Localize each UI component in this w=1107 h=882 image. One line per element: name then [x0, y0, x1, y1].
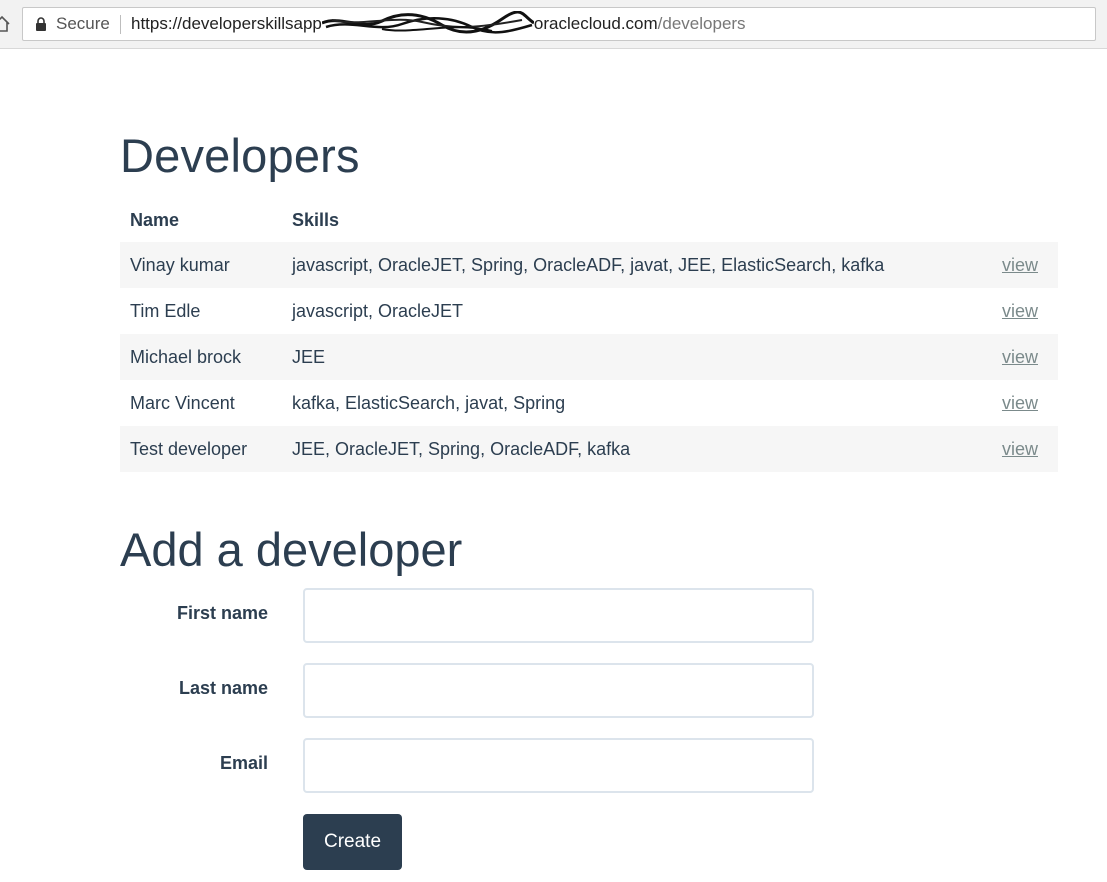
- page-title: Developers: [120, 129, 360, 182]
- table-header-row: Name Skills: [120, 198, 1058, 242]
- address-divider: [120, 15, 121, 34]
- main-content: Developers Name Skills Vinay kumar javas…: [120, 120, 1060, 870]
- table-row: Marc Vincent kafka, ElasticSearch, javat…: [120, 380, 1058, 426]
- view-link[interactable]: view: [1002, 347, 1038, 367]
- last-name-field[interactable]: [303, 663, 814, 718]
- first-name-label: First name: [176, 603, 268, 623]
- email-field[interactable]: [303, 738, 814, 793]
- url-host-end: oraclecloud.com: [533, 14, 658, 33]
- url-path: /developers: [657, 14, 746, 33]
- column-header-actions: [968, 198, 1058, 242]
- developer-skills-cell: JEE, OracleJET, Spring, OracleADF, kafka: [282, 426, 968, 472]
- email-row: Email: [120, 738, 820, 794]
- create-button[interactable]: Create: [303, 814, 402, 870]
- developer-name-cell: Test developer: [120, 426, 282, 472]
- developer-skills-cell: kafka, ElasticSearch, javat, Spring: [292, 392, 566, 413]
- lock-icon: [36, 17, 46, 31]
- column-header-skills: Skills: [292, 209, 340, 230]
- first-name-field[interactable]: [303, 588, 814, 643]
- view-link[interactable]: view: [1002, 439, 1038, 459]
- developer-skills-cell: JEE: [282, 334, 968, 380]
- table-row: Test developer JEE, OracleJET, Spring, O…: [120, 426, 1058, 472]
- add-developer-title: Add a developer: [120, 523, 463, 576]
- developer-name-cell: Vinay kumar: [120, 242, 282, 288]
- secure-label: Secure: [56, 14, 110, 33]
- table-row: Michael brock JEE view: [120, 334, 1058, 380]
- view-link[interactable]: view: [1002, 255, 1038, 275]
- column-header-name: Name: [130, 209, 180, 230]
- browser-toolbar: Secure https://developerskillsapp oracle…: [0, 0, 1107, 49]
- table-row: Vinay kumar javascript, OracleJET, Sprin…: [120, 242, 1058, 288]
- email-label: Email: [219, 753, 268, 773]
- url-redaction-scribble: [321, 10, 534, 35]
- table-row: Tim Edle javascript, OracleJET view: [120, 288, 1058, 334]
- developer-skills-cell: javascript, OracleJET, Spring, OracleADF…: [282, 242, 968, 288]
- developer-skills-cell: javascript, OracleJET: [292, 300, 464, 321]
- last-name-label: Last name: [178, 678, 268, 698]
- developers-table: Name Skills Vinay kumar javascript, Orac…: [120, 198, 1058, 472]
- url-text[interactable]: https://developerskillsapp oraclecloud.c…: [131, 8, 746, 40]
- address-bar[interactable]: Secure https://developerskillsapp oracle…: [22, 7, 1096, 41]
- home-icon[interactable]: [0, 15, 10, 33]
- view-link[interactable]: view: [1002, 301, 1038, 321]
- first-name-row: First name: [120, 588, 820, 644]
- developer-name-cell: Tim Edle: [130, 300, 201, 321]
- url-host-start: https://developerskillsapp: [131, 14, 322, 33]
- view-link[interactable]: view: [1002, 393, 1038, 413]
- developer-name-cell: Michael brock: [120, 334, 282, 380]
- developer-name-cell: Marc Vincent: [130, 392, 235, 413]
- last-name-row: Last name: [120, 663, 820, 719]
